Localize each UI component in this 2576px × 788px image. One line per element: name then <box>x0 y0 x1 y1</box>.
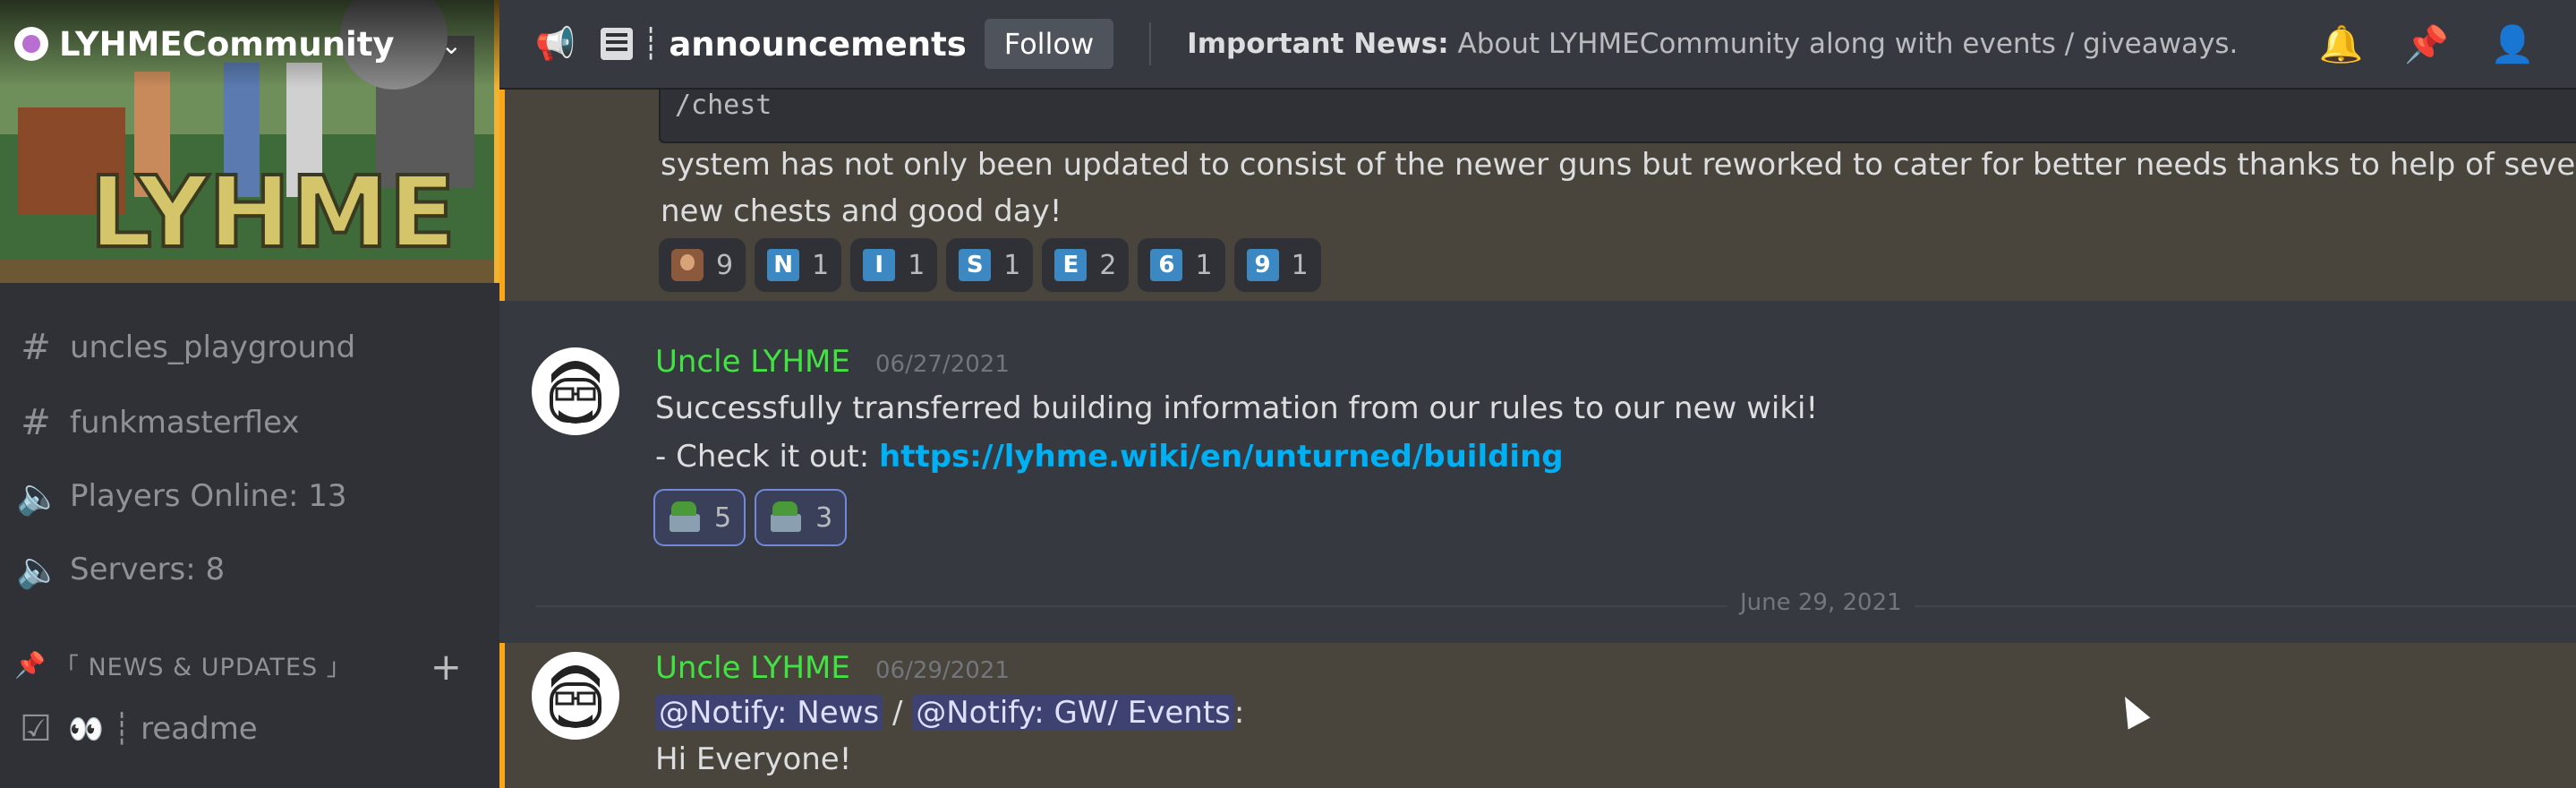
message-text: @Notify: News / @Notify: GW/ Events: <box>655 695 1244 731</box>
letter-n-icon: N <box>767 249 800 281</box>
channel-label: ┊ readme <box>112 711 258 747</box>
channel-funkmasterflex[interactable]: # funkmasterflex <box>0 394 499 451</box>
reaction[interactable]: 61 <box>1138 238 1225 292</box>
message-text: Hi Everyone! <box>655 741 852 777</box>
category-news-updates[interactable]: 📌 「 NEWS & UPDATES 」 + <box>0 638 499 691</box>
voice-channel-servers[interactable]: 🔈 Servers: 8 <box>0 541 499 598</box>
digit-nine-icon: 9 <box>1246 249 1279 281</box>
follow-button[interactable]: Follow <box>984 19 1114 69</box>
reaction[interactable]: 91 <box>1233 238 1321 292</box>
reaction-count: 3 <box>815 501 833 534</box>
reaction[interactable]: 5 <box>653 489 746 546</box>
message-text: system has not only been updated to cons… <box>661 147 2576 183</box>
bell-icon[interactable]: 🔔 <box>2319 23 2364 65</box>
message-highlighted-1[interactable]: /chest system has not only been updated … <box>499 90 2576 301</box>
message-timestamp: 06/27/2021 <box>875 351 1010 378</box>
avatar[interactable] <box>532 652 619 740</box>
header-toolbar: 🔔 📌 👤 <box>2319 0 2576 88</box>
mention-colon: : <box>1233 695 1245 731</box>
channel-label: funkmasterflex <box>70 405 300 441</box>
hash-icon: # <box>21 327 51 368</box>
letter-i-icon: I <box>863 249 896 281</box>
avatar-face-icon <box>550 665 601 728</box>
date-divider <box>535 605 2576 607</box>
channel-sidebar: LYHME LYHMECommunity ⌄ # uncles_playgrou… <box>0 0 499 788</box>
reaction[interactable]: N1 <box>755 238 842 292</box>
pushpin-icon: 📌 <box>14 649 46 680</box>
message-list: /chest system has not only been updated … <box>499 90 2576 788</box>
code-block <box>659 90 2576 143</box>
reaction[interactable]: I1 <box>850 238 938 292</box>
speaker-icon: 🔈 <box>16 475 61 518</box>
speaker-icon: 🔈 <box>16 549 61 591</box>
megaphone-icon: 📢 <box>535 26 576 63</box>
chevron-down-icon[interactable]: ⌄ <box>441 30 462 60</box>
reaction-count: 1 <box>1003 249 1021 281</box>
channel-label: uncles_playground <box>70 330 356 365</box>
channel-label: Players Online: 13 <box>70 478 347 514</box>
hash-icon: # <box>21 402 51 443</box>
message-timestamp: 06/29/2021 <box>875 657 1010 684</box>
server-header[interactable]: LYHMECommunity ⌄ <box>0 0 499 88</box>
reaction-count: 1 <box>812 249 830 281</box>
members-icon[interactable]: 👤 <box>2490 23 2535 65</box>
server-name: LYHMECommunity <box>59 24 395 64</box>
message-text: - Check it out: https://lyhme.wiki/en/un… <box>655 439 1564 475</box>
digit-six-icon: 6 <box>1150 249 1183 281</box>
avatar[interactable] <box>532 347 619 435</box>
code-text: /chest <box>675 90 772 121</box>
channel-bar-glyph: ┊ <box>641 26 661 62</box>
add-channel-icon[interactable]: + <box>431 645 462 689</box>
notepad-icon <box>600 28 633 60</box>
reaction-bar: 9 N1 I1 S1 E2 61 91 <box>659 238 1330 292</box>
mention-separator: / <box>883 695 913 731</box>
reaction-count: 5 <box>714 501 732 534</box>
channel-uncles-playground[interactable]: # uncles_playground <box>0 319 499 376</box>
avatar-face-icon <box>550 361 601 424</box>
banner-logo-text: LYHME <box>90 155 456 270</box>
divider <box>1149 22 1152 65</box>
reaction[interactable]: 9 <box>659 238 746 292</box>
message-author[interactable]: Uncle LYHME <box>655 344 850 380</box>
server-icon <box>14 27 48 61</box>
reaction[interactable]: E2 <box>1042 238 1130 292</box>
message-text: Successfully transferred building inform… <box>655 390 1819 426</box>
house-emoji-icon <box>769 501 803 534</box>
channel-label: Servers: 8 <box>70 552 226 587</box>
letter-e-icon: E <box>1054 249 1088 281</box>
eyes-emoji: 👀 <box>68 712 104 746</box>
checkbox-icon: ☑ <box>20 708 52 749</box>
channel-header: 📢 ┊ announcements Follow Important News:… <box>499 0 2576 90</box>
wiki-link[interactable]: https://lyhme.wiki/en/unturned/building <box>879 439 1564 475</box>
date-divider-label: June 29, 2021 <box>1727 589 1915 616</box>
reaction[interactable]: S1 <box>946 238 1034 292</box>
role-mention-events[interactable]: @Notify: GW/ Events <box>912 695 1234 731</box>
letter-s-icon: S <box>959 249 992 281</box>
reaction[interactable]: 3 <box>755 489 848 546</box>
channel-topic[interactable]: Important News: About LYHMECommunity alo… <box>1187 28 2238 60</box>
reaction-count: 1 <box>1195 249 1213 281</box>
message-author[interactable]: Uncle LYHME <box>655 650 850 686</box>
role-mention-news[interactable]: @Notify: News <box>655 695 883 731</box>
reaction-count: 9 <box>716 249 734 281</box>
message-text-prefix: - Check it out: <box>655 439 880 475</box>
message-text: new chests and good day! <box>661 193 1062 229</box>
topic-bold: Important News: <box>1187 28 1449 60</box>
reaction-bar: 5 3 <box>653 489 856 546</box>
category-label: 「 NEWS & UPDATES 」 <box>54 653 352 681</box>
voice-channel-players-online[interactable]: 🔈 Players Online: 13 <box>0 467 499 525</box>
reaction-count: 1 <box>908 249 925 281</box>
channel-title: announcements <box>669 24 967 64</box>
face-emoji-icon <box>671 249 704 281</box>
pin-icon[interactable]: 📌 <box>2404 23 2449 65</box>
channel-readme[interactable]: ☑ 👀 ┊ readme <box>0 700 499 758</box>
reaction-count: 2 <box>1099 249 1117 281</box>
reaction-count: 1 <box>1291 249 1309 281</box>
topic-text: About LYHMECommunity along with events /… <box>1448 28 2239 60</box>
house-emoji-icon <box>668 501 702 534</box>
